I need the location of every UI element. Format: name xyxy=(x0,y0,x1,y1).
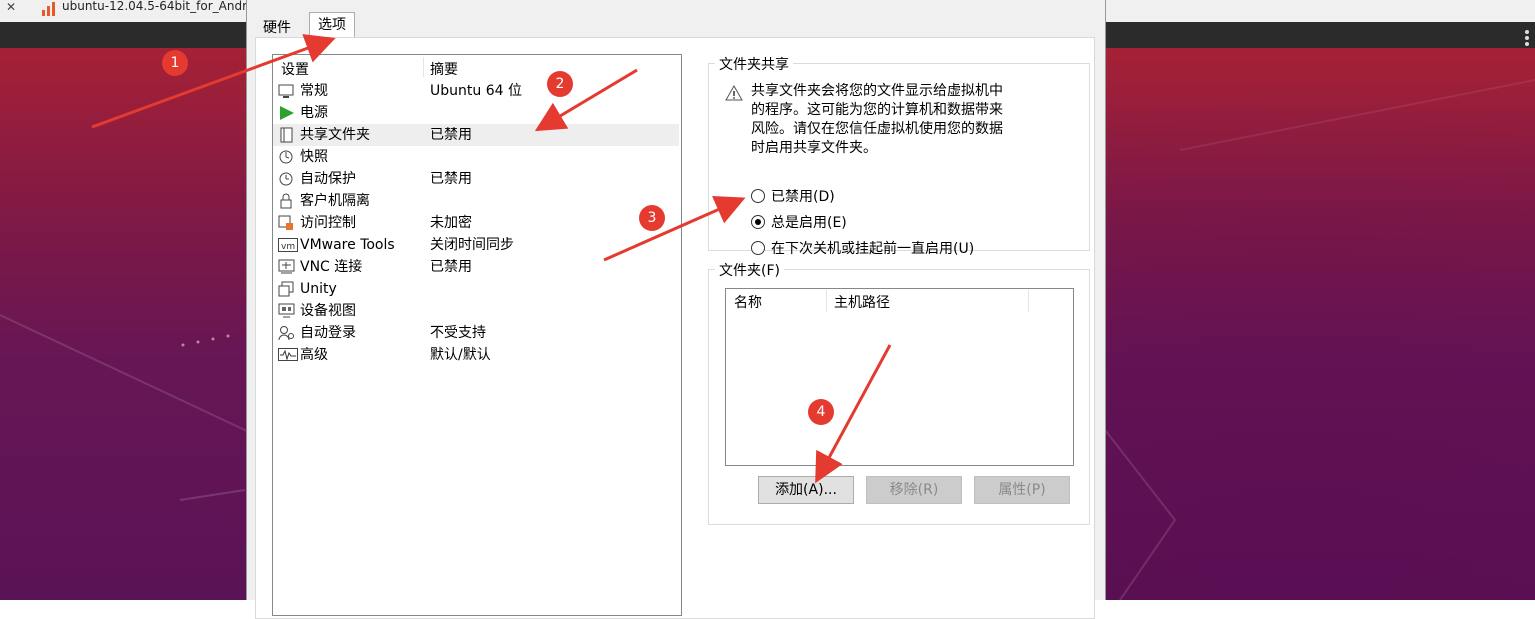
row-name: 客户机隔离 xyxy=(300,193,370,209)
row-name: 高级 xyxy=(300,347,328,363)
row-name: 共享文件夹 xyxy=(300,127,370,143)
tab-options[interactable]: 选项 xyxy=(309,12,355,39)
access-control-icon xyxy=(278,215,295,231)
column-separator xyxy=(1028,290,1029,312)
shared-folder-icon xyxy=(278,127,295,143)
warning-text: 共享文件夹会将您的文件显示给虚拟机中 的程序。这可能为您的计算机和数据带来 风险… xyxy=(751,82,1041,158)
settings-row-vmware-tools[interactable]: vm VMware Tools 关闭时间同步 xyxy=(273,234,679,256)
svg-text:vm: vm xyxy=(281,242,295,252)
annotation-badge-3: 3 xyxy=(639,205,665,231)
settings-row-guest-isolation[interactable]: 客户机隔离 xyxy=(273,190,679,212)
advanced-icon xyxy=(278,347,298,363)
clock-icon xyxy=(278,171,295,187)
play-icon xyxy=(278,105,295,121)
column-header-host-path[interactable]: 主机路径 xyxy=(834,292,890,312)
settings-row-unity[interactable]: Unity xyxy=(273,278,679,300)
column-header-summary[interactable]: 摘要 xyxy=(430,59,458,79)
device-view-icon xyxy=(278,303,295,319)
folder-sharing-title: 文件夹共享 xyxy=(715,54,793,74)
settings-row-vnc[interactable]: VNC 连接 已禁用 xyxy=(273,256,679,278)
properties-button[interactable]: 属性(P) xyxy=(974,476,1070,504)
settings-row-device-view[interactable]: 设备视图 xyxy=(273,300,679,322)
annotation-badge-2: 2 xyxy=(547,71,573,97)
row-name: 自动保护 xyxy=(300,171,356,187)
radio-label[interactable]: 已禁用(D) xyxy=(771,187,835,207)
folders-title: 文件夹(F) xyxy=(715,260,784,280)
row-summary: 已禁用 xyxy=(430,171,472,187)
folders-table[interactable]: 名称 主机路径 xyxy=(725,288,1074,466)
settings-row-power[interactable]: 电源 xyxy=(273,102,679,124)
annotation-badge-1: 1 xyxy=(162,50,188,76)
row-name: 电源 xyxy=(300,105,328,121)
add-button[interactable]: 添加(A)... xyxy=(758,476,854,504)
row-name: 自动登录 xyxy=(300,325,356,341)
warning-icon xyxy=(725,84,743,101)
radio-button[interactable] xyxy=(751,189,765,203)
radio-button-checked[interactable] xyxy=(751,215,765,229)
row-summary: 已禁用 xyxy=(430,259,472,275)
row-name: VMware Tools xyxy=(300,237,395,253)
radio-label[interactable]: 总是启用(E) xyxy=(771,213,847,233)
settings-row-autologin[interactable]: 自动登录 不受支持 xyxy=(273,322,679,344)
row-name: 快照 xyxy=(300,149,328,165)
settings-row-access-control[interactable]: 访问控制 未加密 xyxy=(273,212,679,234)
remove-button[interactable]: 移除(R) xyxy=(866,476,962,504)
column-separator xyxy=(423,57,424,77)
lock-icon xyxy=(278,193,295,209)
warning-line: 的程序。这可能为您的计算机和数据带来 xyxy=(751,102,1003,118)
tab-close-icon[interactable]: ✕ xyxy=(6,0,16,14)
column-header-settings[interactable]: 设置 xyxy=(281,59,309,79)
settings-row-shared-folders[interactable]: 共享文件夹 已禁用 xyxy=(273,124,679,146)
browser-tab-title[interactable]: ubuntu-12.04.5-64bit_for_Andro xyxy=(62,0,254,13)
vm-settings-dialog: 硬件 选项 设置 摘要 常规 Ubuntu 64 位 电源 共享文件夹 已禁用 … xyxy=(246,0,1106,619)
folder-sharing-group: 文件夹共享 共享文件夹会将您的文件显示给虚拟机中 的程序。这可能为您的计算机和数… xyxy=(708,54,1090,257)
row-name: 常规 xyxy=(300,83,328,99)
options-panel: 设置 摘要 常规 Ubuntu 64 位 电源 共享文件夹 已禁用 快照 自动保… xyxy=(255,37,1095,619)
settings-row-snapshot[interactable]: 快照 xyxy=(273,146,679,168)
row-summary: 未加密 xyxy=(430,215,472,231)
autologin-icon xyxy=(278,325,295,341)
radio-label[interactable]: 在下次关机或挂起前一直启用(U) xyxy=(771,239,974,259)
settings-list[interactable]: 设置 摘要 常规 Ubuntu 64 位 电源 共享文件夹 已禁用 快照 自动保… xyxy=(272,54,682,616)
row-name: Unity xyxy=(300,281,337,297)
row-summary: 关闭时间同步 xyxy=(430,237,514,253)
row-summary: Ubuntu 64 位 xyxy=(430,83,522,99)
warning-line: 风险。请仅在您信任虚拟机使用您的数据 xyxy=(751,121,1003,137)
settings-row-autoprotect[interactable]: 自动保护 已禁用 xyxy=(273,168,679,190)
settings-row-advanced[interactable]: 高级 默认/默认 xyxy=(273,344,679,366)
vm-icon: vm xyxy=(278,237,298,253)
row-summary: 已禁用 xyxy=(430,127,472,143)
row-name: 设备视图 xyxy=(300,303,356,319)
annotation-badge-4: 4 xyxy=(808,399,834,425)
unity-icon xyxy=(278,281,295,297)
vnc-icon xyxy=(278,259,295,275)
row-name: 访问控制 xyxy=(300,215,356,231)
more-options-icon[interactable] xyxy=(1525,30,1531,46)
snapshot-icon xyxy=(278,149,295,165)
radio-button[interactable] xyxy=(751,241,765,255)
monitor-icon xyxy=(278,83,295,99)
row-summary: 默认/默认 xyxy=(430,347,491,363)
row-summary: 不受支持 xyxy=(430,325,486,341)
column-header-name[interactable]: 名称 xyxy=(734,292,762,312)
row-name: VNC 连接 xyxy=(300,259,363,275)
vmware-app-icon xyxy=(40,2,56,16)
warning-line: 共享文件夹会将您的文件显示给虚拟机中 xyxy=(751,83,1003,99)
warning-line: 时启用共享文件夹。 xyxy=(751,140,877,156)
settings-row-general[interactable]: 常规 Ubuntu 64 位 xyxy=(273,80,679,102)
column-separator xyxy=(826,290,827,312)
